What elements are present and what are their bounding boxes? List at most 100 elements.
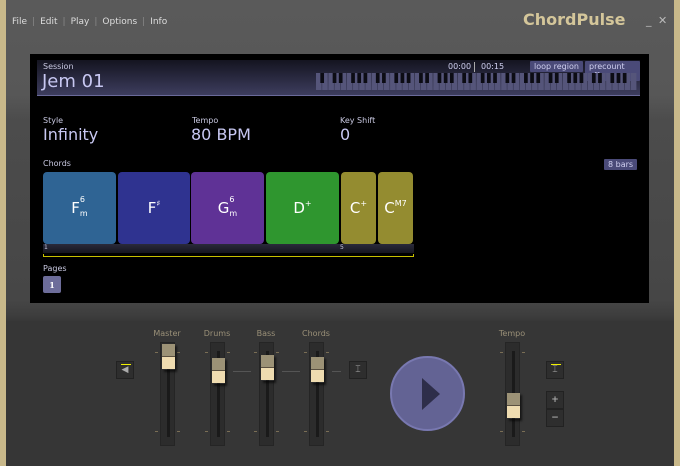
chord-extension: ♯ bbox=[156, 199, 161, 208]
chord-extension: 6 bbox=[79, 195, 86, 204]
chord-block[interactable]: F ♯ bbox=[118, 172, 190, 244]
tempo-plus-button[interactable]: + bbox=[546, 391, 564, 409]
chord-block[interactable]: F6 m bbox=[43, 172, 116, 244]
session-name[interactable]: Jem 01 bbox=[42, 71, 105, 92]
piano-black-key bbox=[363, 73, 368, 83]
bars-badge[interactable]: 8 bars bbox=[604, 159, 638, 170]
chord-extension: 6 bbox=[229, 195, 235, 204]
play-button[interactable] bbox=[390, 356, 465, 431]
fader-knob[interactable] bbox=[261, 355, 274, 381]
fader-knob[interactable] bbox=[311, 356, 324, 383]
tempo-link-button[interactable]: ⌶ bbox=[546, 361, 564, 379]
piano-black-key bbox=[493, 73, 497, 83]
chord-block[interactable]: D + bbox=[266, 172, 339, 244]
fader-knob[interactable] bbox=[507, 393, 520, 419]
piano-black-key bbox=[437, 73, 442, 83]
piano-black-key bbox=[622, 73, 627, 83]
piano-black-key bbox=[338, 73, 343, 83]
tempo-label: Tempo bbox=[498, 329, 526, 338]
drums-fader[interactable] bbox=[210, 342, 225, 446]
chords-label: Chords bbox=[43, 159, 71, 168]
speaker-icon: ◀ bbox=[121, 365, 129, 375]
fader-knob[interactable] bbox=[212, 358, 225, 384]
piano-black-key bbox=[573, 73, 578, 83]
piano-black-key bbox=[406, 73, 411, 83]
bass-label: Bass bbox=[256, 329, 276, 338]
key-shift-value[interactable]: 0 bbox=[340, 125, 350, 144]
tempo-minus-button[interactable]: − bbox=[546, 409, 564, 427]
master-fader[interactable] bbox=[160, 342, 175, 446]
piano-keyboard bbox=[316, 73, 637, 90]
chord-quality: m bbox=[229, 209, 238, 218]
piano-black-key bbox=[468, 73, 473, 83]
piano-black-key bbox=[554, 73, 559, 83]
chord-extension: + bbox=[304, 199, 312, 208]
chord-block[interactable]: C M7 bbox=[378, 172, 413, 244]
chord-root: F bbox=[71, 199, 80, 217]
link-icon: ⌶ bbox=[552, 365, 558, 375]
piano-black-key bbox=[351, 73, 355, 83]
tempo-value[interactable]: 80 BPM bbox=[191, 125, 251, 144]
piano-black-key bbox=[567, 73, 571, 83]
piano-black-key bbox=[536, 73, 541, 83]
loop-region-bar[interactable] bbox=[43, 254, 414, 257]
menu-file[interactable]: File bbox=[12, 17, 27, 27]
piano-black-key bbox=[598, 73, 602, 83]
piano-black-key bbox=[382, 73, 386, 83]
chord-root: G bbox=[217, 199, 230, 217]
piano-black-key bbox=[394, 73, 399, 83]
style-value[interactable]: Infinity bbox=[43, 125, 98, 144]
mute-button[interactable]: ◀ bbox=[116, 361, 134, 379]
link-faders-button[interactable]: ⌶ bbox=[349, 361, 367, 379]
piano-black-key bbox=[480, 73, 485, 83]
close-button[interactable]: ✕ bbox=[658, 14, 667, 27]
loop-region-button[interactable]: loop region bbox=[530, 61, 583, 72]
piano-white-key bbox=[630, 73, 637, 90]
tempo-label: Tempo bbox=[192, 116, 219, 125]
time-current: 00:00 bbox=[448, 62, 472, 71]
chord-block[interactable]: G6 m bbox=[191, 172, 264, 244]
menu-options[interactable]: Options bbox=[102, 17, 137, 27]
drums-label: Drums bbox=[203, 329, 231, 338]
page-button-1[interactable]: 1 bbox=[43, 276, 61, 293]
tempo-fader[interactable] bbox=[505, 342, 520, 446]
minimize-button[interactable]: _ bbox=[646, 14, 652, 27]
link-icon: ⌶ bbox=[355, 365, 361, 375]
chord-root: D bbox=[293, 199, 305, 217]
menu-play[interactable]: Play bbox=[71, 17, 90, 27]
bass-fader[interactable] bbox=[259, 342, 274, 446]
pages-label: Pages bbox=[43, 264, 67, 273]
timeline-marker: 1 bbox=[44, 244, 48, 251]
chord-block[interactable]: C + bbox=[341, 172, 376, 244]
piano-black-key bbox=[332, 73, 337, 83]
menu-bar: File | Edit | Play | Options | Info bbox=[12, 17, 168, 27]
session-header: Session Jem 01 00:00 00:15 loop region p… bbox=[37, 60, 640, 96]
chord-extension: + bbox=[360, 199, 368, 208]
menu-info[interactable]: Info bbox=[150, 17, 167, 27]
piano-black-key bbox=[320, 73, 325, 83]
piano-black-key bbox=[511, 73, 516, 83]
session-label: Session bbox=[43, 62, 74, 71]
chord-root: F bbox=[147, 199, 157, 217]
chord-extension: M7 bbox=[394, 199, 407, 208]
timeline-marker: 5 bbox=[340, 244, 344, 251]
piano-black-key bbox=[425, 73, 429, 83]
timeline[interactable]: 1 5 bbox=[43, 244, 414, 253]
style-label: Style bbox=[43, 116, 64, 125]
piano-black-key bbox=[400, 73, 405, 83]
piano-black-key bbox=[462, 73, 467, 83]
main-panel: Session Jem 01 00:00 00:15 loop region p… bbox=[30, 54, 649, 303]
piano-black-key bbox=[530, 73, 534, 83]
menu-edit[interactable]: Edit bbox=[40, 17, 57, 27]
time-total: 00:15 bbox=[481, 62, 505, 71]
fader-knob[interactable] bbox=[162, 344, 175, 370]
piano-black-key bbox=[610, 73, 615, 83]
piano-black-key bbox=[548, 73, 553, 83]
chord-quality: m bbox=[79, 209, 88, 218]
piano-black-key bbox=[419, 73, 423, 83]
piano-black-key bbox=[486, 73, 491, 83]
piano-black-key bbox=[591, 73, 596, 83]
chords-label: Chords bbox=[302, 329, 330, 338]
chords-fader[interactable] bbox=[309, 342, 324, 446]
chord-root: C bbox=[349, 199, 361, 217]
